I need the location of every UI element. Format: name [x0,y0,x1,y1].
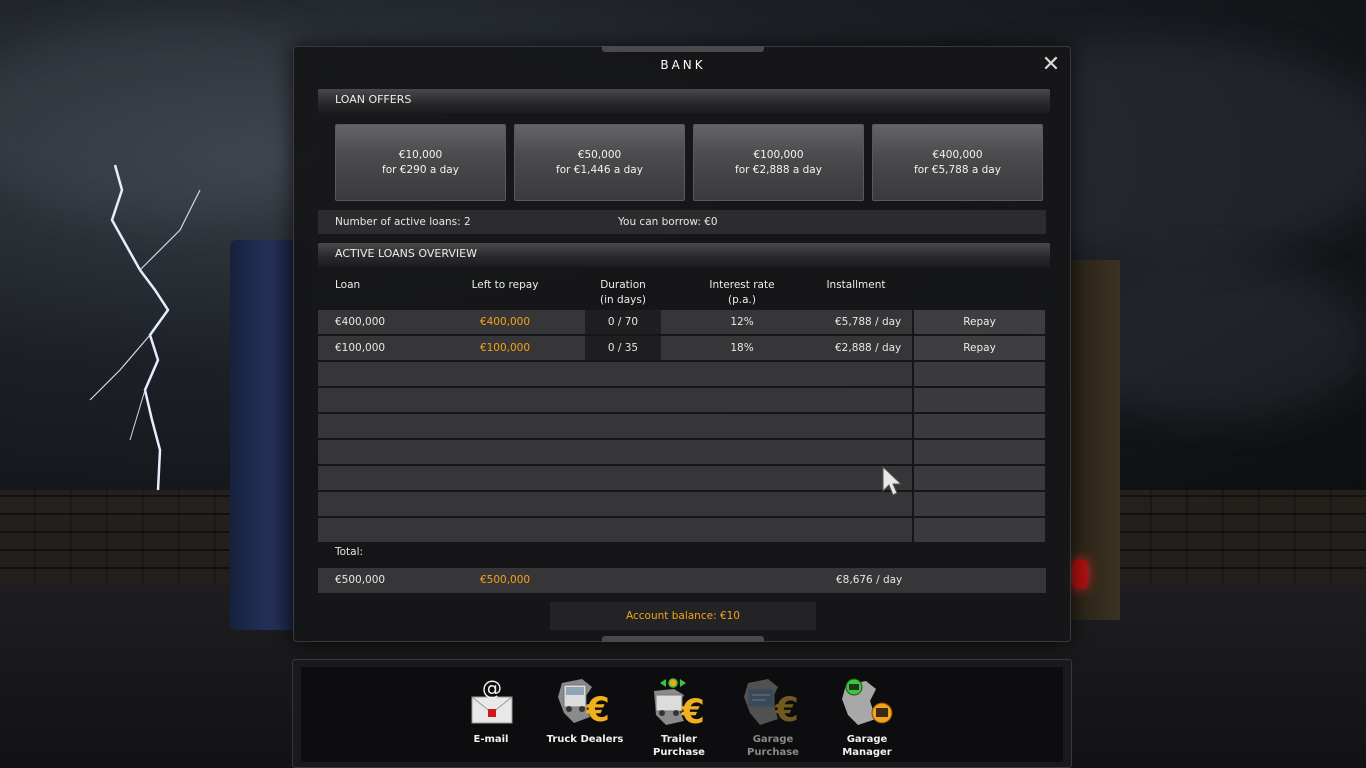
empty-table-row [318,518,912,542]
empty-table-row [318,362,912,386]
table-row: €100,000 €100,000 0 / 35 18% €2,888 / da… [318,336,912,360]
loan-offer-10000-button[interactable]: €10,000 for €290 a day [335,124,506,201]
trailer-purchase-icon: € [648,677,710,732]
empty-action-slot [914,466,1045,490]
table-row: €400,000 €400,000 0 / 70 12% €5,788 / da… [318,310,912,334]
column-interest-rate: Interest rate (p.a.) [709,279,775,306]
svg-text:€: € [774,690,799,729]
total-left-to-repay: €500,000 [480,574,531,586]
total-loan: €500,000 [335,574,386,586]
column-installment: Installment [826,279,886,291]
empty-action-slot [914,414,1045,438]
loan-offer-50000-button[interactable]: €50,000 for €1,446 a day [514,124,685,201]
dock-garage-manager-button[interactable]: Garage Manager [821,671,913,761]
empty-action-slot [914,388,1045,412]
dock-email-button[interactable]: @ E-mail [445,671,537,761]
column-left-to-repay: Left to repay [471,279,539,291]
empty-action-slot [914,518,1045,542]
dock-trailer-purchase-button[interactable]: € Trailer Purchase [633,671,725,761]
loan-offers-header: LOAN OFFERS [318,89,1050,113]
empty-action-slot [914,362,1045,386]
column-loan: Loan [335,279,361,291]
repay-button[interactable]: Repay [914,310,1045,334]
empty-table-row [318,388,912,412]
repay-button[interactable]: Repay [914,336,1045,360]
window-title: BANK [660,58,706,72]
close-button[interactable]: ✕ [1039,53,1063,77]
garage-manager-icon [836,677,898,729]
taillight [1073,560,1087,588]
empty-table-row [318,492,912,516]
active-loans-header: ACTIVE LOANS OVERVIEW [318,243,1050,267]
email-icon: @ [460,676,522,729]
empty-table-row [318,414,912,438]
svg-text:€: € [680,692,705,729]
column-duration: Duration (in days) [600,279,646,306]
bottom-dock: @ E-mail € Truck Dealers € Trailer Purch… [292,659,1072,768]
total-label: Total: [335,546,364,558]
empty-action-slot [914,440,1045,464]
total-installment: €8,676 / day [836,574,903,586]
empty-action-slot [914,492,1045,516]
empty-table-row [318,466,912,490]
account-balance: Account balance: €10 [550,602,816,630]
loan-offer-100000-button[interactable]: €100,000 for €2,888 a day [693,124,864,201]
dock-truck-dealers-button[interactable]: € Truck Dealers [539,671,631,761]
svg-text:@: @ [482,677,502,700]
loan-status-row: Number of active loans: 2 You can borrow… [318,210,1046,234]
close-icon: ✕ [1041,52,1061,77]
lightning-bolt [89,164,201,491]
bank-window: BANK ✕ LOAN OFFERS €10,000 for €290 a da… [293,46,1071,642]
truck-dealers-icon: € [554,677,616,730]
dock-garage-purchase-button[interactable]: € Garage Purchase [727,671,819,761]
active-loans-count: Number of active loans: 2 [335,216,471,228]
svg-text:€: € [585,690,610,729]
borrow-limit: You can borrow: €0 [618,216,718,228]
loan-offer-400000-button[interactable]: €400,000 for €5,788 a day [872,124,1043,201]
empty-table-row [318,440,912,464]
garage-purchase-icon: € [742,677,804,730]
total-row: €500,000 €500,000 €8,676 / day [318,568,1046,593]
